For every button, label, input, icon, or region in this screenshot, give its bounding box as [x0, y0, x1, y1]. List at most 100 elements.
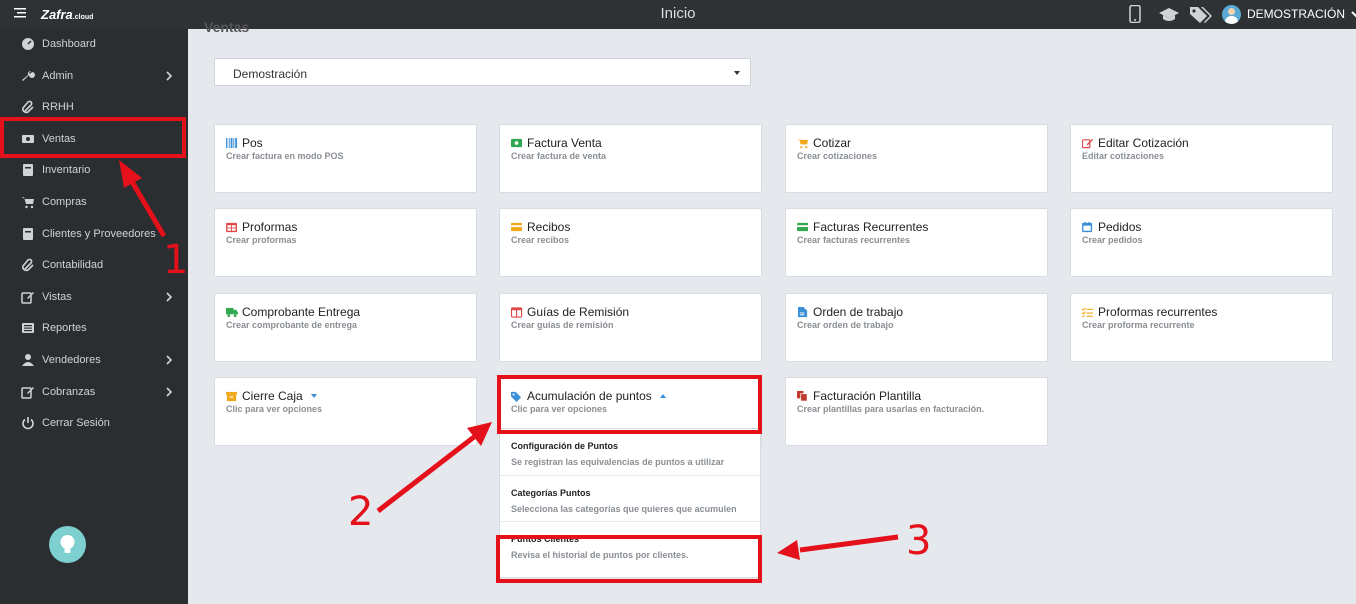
submenu-item-title: Configuración de Puntos — [511, 441, 618, 451]
graduation-cap-icon[interactable] — [1158, 7, 1180, 23]
sidebar-item-cerrar-sesión[interactable]: Cerrar Sesión — [0, 409, 188, 437]
card-facturación-plantilla[interactable]: Facturación Plantilla Crear plantillas pa… — [785, 377, 1048, 446]
card-title: Recibos — [527, 220, 571, 234]
card-comprobante-entrega[interactable]: Comprobante Entrega Crear comprobante de … — [214, 293, 477, 362]
list-icon — [22, 323, 34, 334]
paperclip-icon — [22, 100, 34, 114]
company-select[interactable]: Demostración — [214, 58, 751, 86]
sidebar-item-admin[interactable]: Admin — [0, 62, 188, 90]
sidebar-item-label: Ventas — [42, 132, 76, 145]
app-suffix: .cloud — [72, 14, 94, 21]
calendar-icon — [1082, 221, 1093, 232]
power-icon — [22, 417, 34, 430]
sidebar-item-label: Vistas — [42, 290, 72, 303]
caret-down-icon — [734, 71, 740, 75]
annotation-number-3: 3 — [906, 518, 932, 564]
card-title: Pos — [242, 136, 263, 150]
app-name: Zafra — [41, 7, 73, 22]
card-title: Cotizar — [813, 136, 852, 150]
card-guías-de-remisión[interactable]: Guías de Remisión Crear guías de remisión — [499, 293, 762, 362]
money-icon — [22, 134, 34, 143]
sidebar-item-label: Dashboard — [42, 38, 96, 50]
submenu-item-puntos-clientes[interactable]: Puntos Clientes Revisa el historial de pu… — [500, 521, 760, 567]
caret-up-icon — [659, 394, 666, 398]
sidebar-item-label: Inventario — [42, 164, 91, 177]
card-cotizar[interactable]: Cotizar Crear cotizaciones — [785, 124, 1048, 193]
sidebar-item-label: Cobranzas — [42, 385, 96, 398]
chevron-right-icon — [166, 71, 173, 81]
card-subtitle: Crear comprobante de entrega — [226, 320, 358, 330]
user-menu[interactable]: DEMOSTRACIÓN — [1222, 4, 1356, 24]
card-recibos[interactable]: Recibos Crear recibos — [499, 208, 762, 277]
annotation-number-1: 1 — [163, 237, 189, 283]
card-factura-venta[interactable]: Factura Venta Crear factura de venta — [499, 124, 762, 193]
columns-icon — [511, 306, 523, 318]
card-subtitle: Clic para ver opciones — [511, 404, 608, 414]
chevron-right-icon — [166, 387, 173, 397]
card-subtitle: Crear facturas recurrentes — [797, 235, 911, 245]
submenu-item-subtitle: Revisa el historial de puntos por client… — [511, 550, 689, 560]
card-pos[interactable]: Pos Crear factura en modo POS — [214, 124, 477, 193]
card-cierre-caja[interactable]: Cierre Caja Clic para ver opciones — [214, 377, 477, 446]
card-title: Pedidos — [1098, 220, 1142, 234]
sidebar-item-contabilidad[interactable]: Contabilidad — [0, 251, 188, 279]
cart-icon — [797, 138, 809, 148]
sidebar-item-label: Admin — [42, 69, 74, 82]
sidebar-item-label: Vendedores — [42, 354, 101, 366]
company-select-value: Demostración — [233, 67, 308, 81]
user-icon — [22, 354, 34, 366]
card-subtitle: Crear pedidos — [1082, 235, 1143, 245]
lightbulb-icon — [60, 535, 75, 553]
card-subtitle: Clic para ver opciones — [226, 404, 323, 414]
sidebar-item-reportes[interactable]: Reportes — [0, 314, 188, 342]
sidebar-item-ventas[interactable]: Ventas — [0, 125, 188, 153]
sidebar-item-vistas[interactable]: Vistas — [0, 283, 188, 311]
card-subtitle: Crear factura de venta — [511, 151, 607, 161]
sidebar-item-inventario[interactable]: Inventario — [0, 156, 188, 184]
sidebar-item-rrhh[interactable]: RRHH — [0, 93, 188, 121]
menu-toggle-icon[interactable] — [14, 7, 26, 19]
sidebar-item-clientes-y-proveedores[interactable]: Clientes y Proveedores — [0, 220, 188, 248]
chevron-right-icon — [166, 292, 173, 302]
tasks-icon — [1082, 307, 1094, 317]
app-logo[interactable]: Zafra.cloud — [41, 7, 93, 22]
sidebar-item-vendedores[interactable]: Vendedores — [0, 346, 188, 374]
submenu-item-categorías-puntos[interactable]: Categorías Puntos Selecciona las categorí… — [500, 475, 760, 521]
card-proformas-recurrentes[interactable]: Proformas recurrentes Crear proforma recu… — [1070, 293, 1333, 362]
card-title: Cierre Caja — [242, 389, 303, 403]
tags-icon[interactable] — [1189, 6, 1213, 23]
card-subtitle: Editar cotizaciones — [1082, 151, 1165, 161]
card-title: Comprobante Entrega — [242, 305, 361, 319]
submenu-item-title: Categorías Puntos — [511, 488, 591, 498]
card-icon — [511, 222, 523, 231]
annotation-number-2: 2 — [348, 489, 374, 535]
help-bulb-button[interactable] — [49, 526, 86, 563]
card-icon — [797, 222, 809, 231]
mobile-icon[interactable] — [1129, 5, 1141, 23]
card-proformas[interactable]: Proformas Crear proformas — [214, 208, 477, 277]
submenu-item-title: Puntos Clientes — [511, 534, 580, 544]
submenu-item-configuración-de-puntos[interactable]: Configuración de Puntos Se registran las … — [500, 429, 760, 475]
card-title: Facturación Plantilla — [813, 389, 922, 403]
edit-icon — [1082, 138, 1094, 148]
user-name: DEMOSTRACIÓN — [1247, 7, 1346, 21]
card-subtitle: Crear proforma recurrente — [1082, 320, 1195, 330]
card-subtitle: Crear proformas — [226, 235, 297, 245]
card-title: Proformas — [242, 220, 298, 234]
card-editar-cotización[interactable]: Editar Cotización Editar cotizaciones — [1070, 124, 1333, 193]
card-orden-de-trabajo[interactable]: Orden de trabajo Crear orden de trabajo — [785, 293, 1048, 362]
sidebar-item-compras[interactable]: Compras — [0, 188, 188, 216]
edit-icon — [21, 291, 34, 304]
card-facturas-recurrentes[interactable]: Facturas Recurrentes Crear facturas recur… — [785, 208, 1048, 277]
book-icon — [23, 164, 33, 177]
truck-icon — [226, 307, 238, 317]
dashboard-icon — [22, 38, 34, 50]
paperclip-icon — [22, 258, 34, 272]
sidebar: Dashboard Admin RRHH Ventas Inventario Compra… — [0, 29, 188, 604]
sidebar-item-cobranzas[interactable]: Cobranzas — [0, 378, 188, 406]
submenu-item-subtitle: Se registran las equivalencias de puntos… — [511, 457, 725, 467]
sidebar-item-label: Clientes y Proveedores — [42, 227, 156, 240]
card-pedidos[interactable]: Pedidos Crear pedidos — [1070, 208, 1333, 277]
sidebar-item-dashboard[interactable]: Dashboard — [0, 30, 188, 58]
card-subtitle: Crear factura en modo POS — [226, 151, 344, 161]
